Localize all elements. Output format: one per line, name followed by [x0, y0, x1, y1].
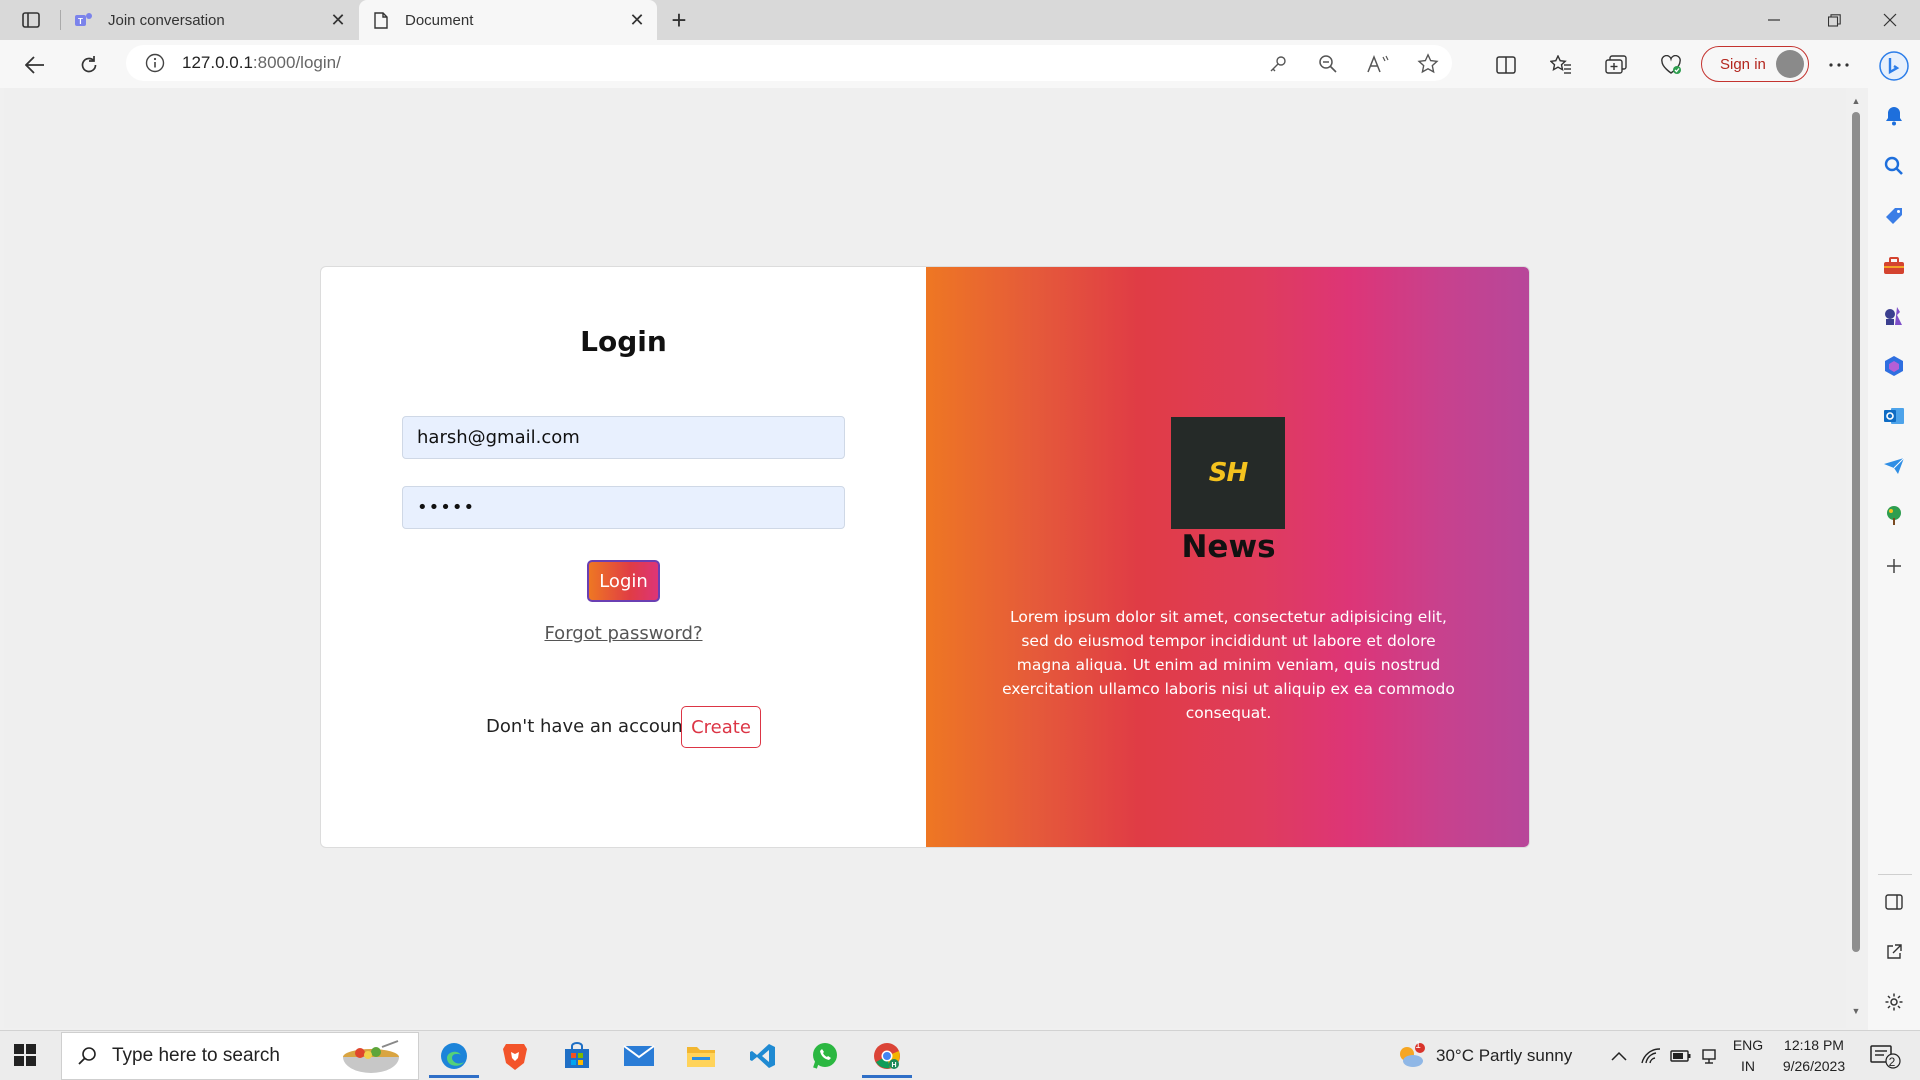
volume-icon[interactable] [1700, 1046, 1722, 1066]
divider [1878, 874, 1912, 875]
password-field[interactable]: ••••• [402, 486, 845, 529]
no-account-text: Don't have an account? [486, 716, 700, 737]
network-icon[interactable] [1640, 1046, 1662, 1066]
email-field[interactable]: harsh@gmail.com [402, 416, 845, 459]
browser-essentials-icon[interactable] [1654, 48, 1688, 82]
url-host: 127.0.0.1 [182, 53, 253, 72]
teams-icon: T [74, 10, 94, 30]
vertical-scrollbar[interactable]: ▲ ▼ [1847, 88, 1865, 1028]
avatar [1776, 50, 1804, 78]
brave-taskbar-icon[interactable] [486, 1034, 544, 1078]
more-menu-icon[interactable] [1822, 48, 1856, 82]
url-path: :8000/login/ [252, 53, 341, 72]
collections-icon[interactable] [1599, 48, 1633, 82]
back-button[interactable] [18, 48, 52, 82]
close-icon[interactable]: ✕ [623, 6, 651, 34]
create-account-button[interactable]: Create [681, 706, 761, 748]
url-text: 127.0.0.1:8000/login/ [182, 53, 341, 73]
microsoft-365-icon[interactable] [1882, 354, 1906, 378]
key-icon[interactable] [1263, 49, 1293, 79]
close-window-button[interactable] [1862, 0, 1918, 40]
svg-text:H: H [891, 1062, 896, 1069]
forgot-password-link: Forgot password? [321, 623, 926, 644]
tab-separator [60, 10, 61, 30]
clock-time[interactable]: 12:18 PM [1774, 1037, 1854, 1053]
login-button[interactable]: Login [587, 560, 660, 602]
taskbar-search-input[interactable]: Type here to search [61, 1032, 419, 1080]
clock-date[interactable]: 9/26/2023 [1774, 1058, 1854, 1074]
bell-icon[interactable] [1882, 104, 1906, 128]
scroll-thumb[interactable] [1852, 112, 1860, 952]
favorites-icon[interactable] [1544, 48, 1578, 82]
scroll-down-icon[interactable]: ▼ [1851, 1006, 1861, 1016]
windows-start-icon[interactable] [14, 1044, 38, 1068]
search-placeholder: Type here to search [112, 1045, 280, 1066]
send-icon[interactable] [1882, 454, 1906, 478]
open-external-icon[interactable] [1882, 940, 1906, 964]
favorite-star-icon[interactable] [1413, 49, 1443, 79]
chrome-taskbar-icon[interactable]: H [858, 1034, 916, 1078]
document-icon [371, 10, 391, 30]
news-description: Lorem ipsum dolor sit amet, consectetur … [1002, 608, 1455, 722]
weather-text[interactable]: 30°C Partly sunny [1436, 1046, 1572, 1066]
sign-in-button[interactable]: Sign in [1701, 46, 1809, 82]
file-explorer-taskbar-icon[interactable] [672, 1034, 730, 1078]
browser-tab-bar: T Join conversation ✕ Document ✕ + [0, 0, 1920, 40]
forgot-password-text[interactable]: Forgot password? [544, 623, 702, 644]
tab-actions-icon[interactable] [14, 8, 48, 32]
vscode-taskbar-icon[interactable] [734, 1034, 792, 1078]
tab-title: Document [405, 11, 474, 29]
restore-button[interactable] [1806, 0, 1862, 40]
shopping-tag-icon[interactable] [1882, 204, 1906, 228]
login-card: Login harsh@gmail.com ••••• Login Forgot… [320, 266, 1530, 848]
scroll-up-icon[interactable]: ▲ [1851, 96, 1861, 106]
new-tab-button[interactable]: + [664, 5, 694, 35]
refresh-button[interactable] [72, 48, 106, 82]
split-screen-icon[interactable] [1489, 48, 1523, 82]
notification-count: 2 [1888, 1055, 1896, 1069]
battery-icon[interactable] [1670, 1046, 1692, 1066]
tools-icon[interactable] [1882, 254, 1906, 278]
zoom-out-icon[interactable] [1313, 49, 1343, 79]
weather-badge: 1 [1415, 1040, 1421, 1051]
info-icon[interactable] [144, 52, 166, 74]
login-panel: Login harsh@gmail.com ••••• Login Forgot… [321, 267, 926, 847]
whatsapp-taskbar-icon[interactable] [796, 1034, 854, 1078]
region-code[interactable]: IN [1730, 1058, 1766, 1074]
logo: SH [1171, 417, 1285, 529]
windows-taskbar: Type here to search H 1 30°C Partly sunn… [0, 1030, 1920, 1080]
search-icon [76, 1045, 98, 1067]
chevron-up-icon[interactable] [1608, 1046, 1630, 1066]
edge-taskbar-icon[interactable] [425, 1034, 483, 1078]
browser-toolbar: 127.0.0.1:8000/login/ Sign in [0, 40, 1920, 88]
search-highlight-bowl-icon [338, 1039, 404, 1077]
sign-in-label: Sign in [1720, 55, 1766, 73]
search-icon[interactable] [1882, 154, 1906, 178]
tree-icon[interactable] [1882, 504, 1906, 528]
read-aloud-icon[interactable] [1363, 49, 1393, 79]
settings-gear-icon[interactable] [1882, 990, 1906, 1014]
bing-copilot-icon[interactable] [1878, 50, 1910, 82]
news-heading: News [1181, 529, 1276, 565]
tab-document[interactable]: Document ✕ [359, 0, 657, 40]
svg-text:T: T [78, 17, 83, 26]
hide-sidebar-icon[interactable] [1882, 890, 1906, 914]
minimize-button[interactable] [1746, 0, 1802, 40]
logo-text: SH [1208, 458, 1248, 488]
tab-join-conversation[interactable]: T Join conversation ✕ [62, 0, 358, 40]
edge-sidebar [1868, 40, 1920, 1030]
news-panel: SH News Lorem ipsum dolor sit amet, cons… [926, 267, 1529, 847]
add-icon[interactable] [1882, 554, 1906, 578]
tab-title: Join conversation [108, 11, 225, 29]
games-icon[interactable] [1882, 304, 1906, 328]
outlook-icon[interactable] [1882, 404, 1906, 428]
address-bar[interactable]: 127.0.0.1:8000/login/ [126, 45, 1452, 81]
login-heading: Login [580, 325, 667, 358]
mail-taskbar-icon[interactable] [610, 1034, 668, 1078]
store-taskbar-icon[interactable] [548, 1034, 606, 1078]
language-code[interactable]: ENG [1730, 1037, 1766, 1053]
close-icon[interactable]: ✕ [324, 6, 352, 34]
